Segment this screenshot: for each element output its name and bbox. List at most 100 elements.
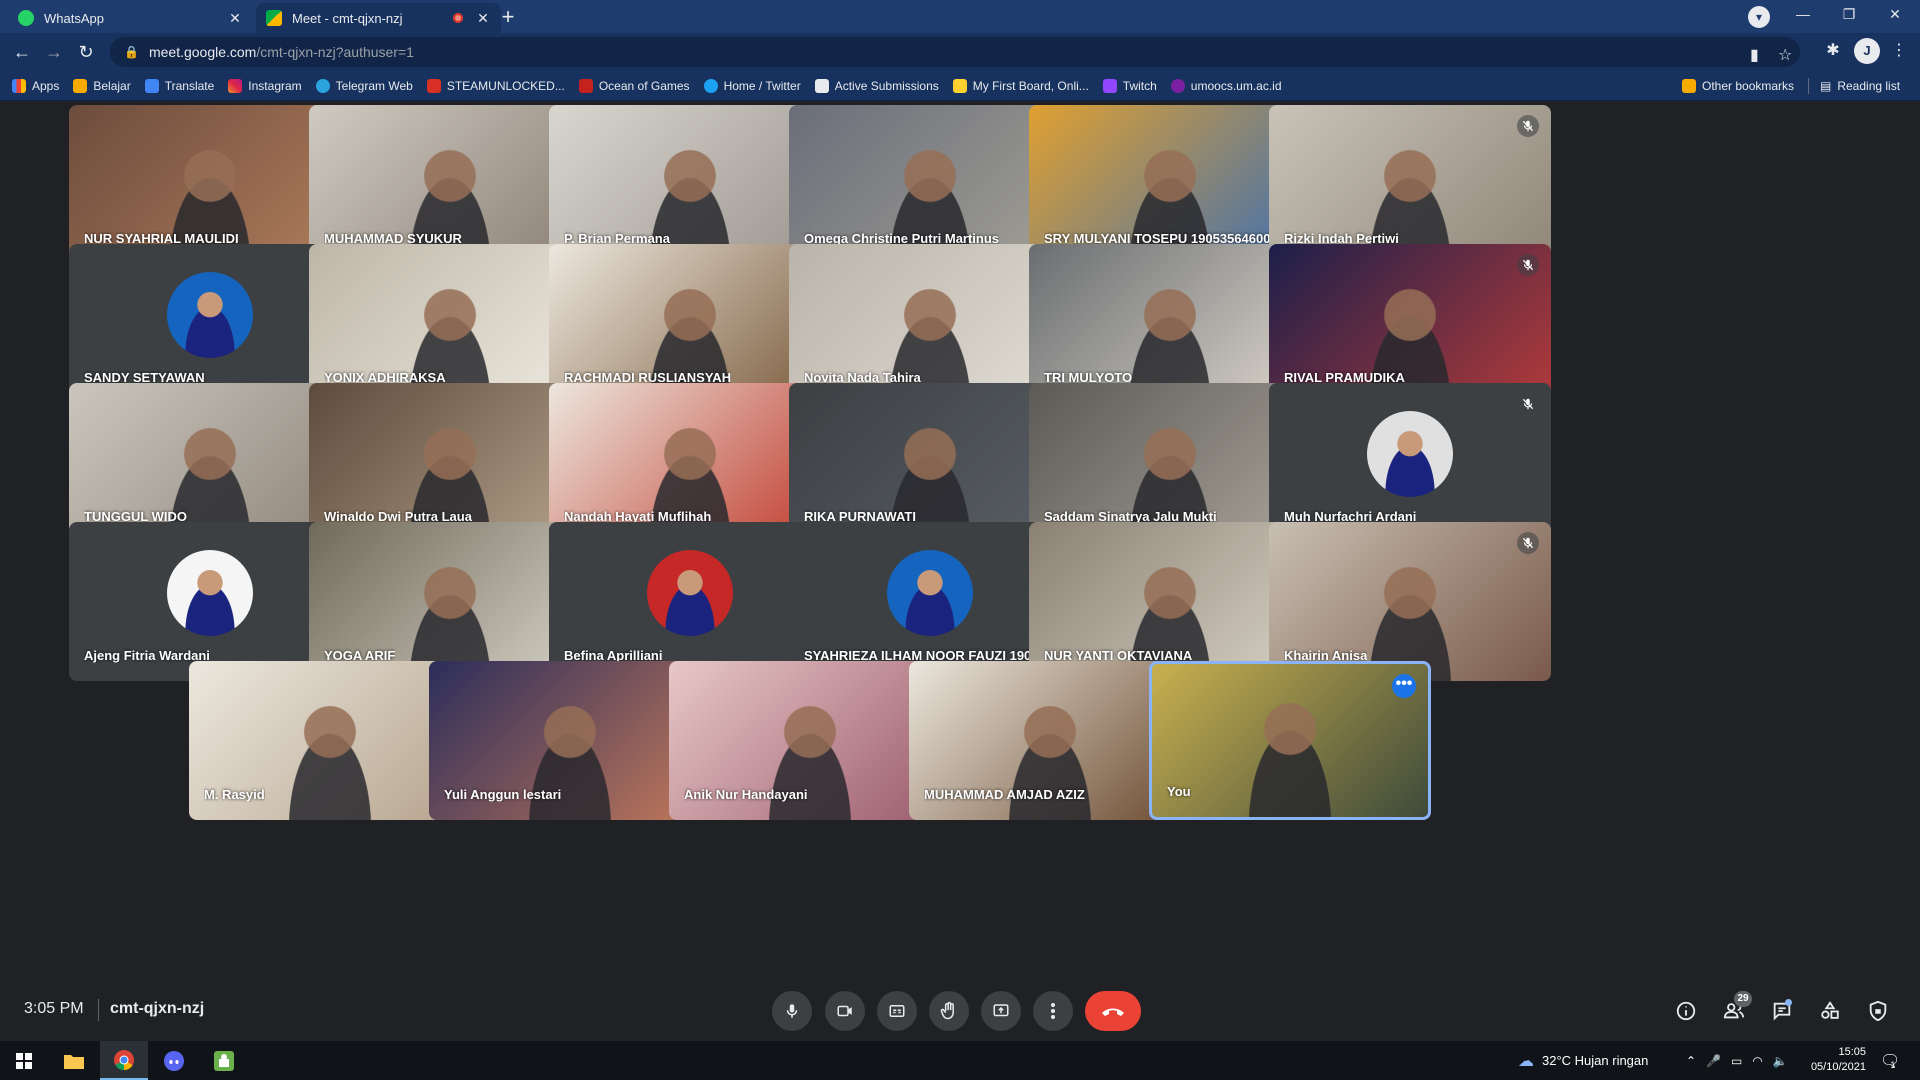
meeting-clock: 3:05 PM <box>24 1000 84 1017</box>
bookmark-my-first-board[interactable]: My First Board, Onli... <box>952 78 1089 93</box>
weather-text: 32°C Hujan ringan <box>1542 1053 1649 1068</box>
battery-icon[interactable]: ▭ <box>1731 1054 1742 1068</box>
chevron-up-icon[interactable]: ⌃ <box>1686 1054 1696 1068</box>
bookmark-umoocs[interactable]: umoocs.um.ac.id <box>1170 78 1282 93</box>
meeting-controls-bar: 3:05 PM cmt-qjxn-nzj 29 <box>0 981 1920 1041</box>
tab-whatsapp[interactable]: WhatsApp ✕ <box>8 3 253 33</box>
more-vert-icon <box>1051 1003 1055 1019</box>
bookmark-translate[interactable]: Translate <box>144 78 215 93</box>
activities-button[interactable] <box>1810 991 1850 1031</box>
chrome-taskbar-button[interactable] <box>100 1041 148 1080</box>
app-taskbar-button[interactable] <box>200 1041 248 1080</box>
captions-button[interactable] <box>877 991 917 1031</box>
minimize-icon[interactable]: — <box>1780 0 1826 30</box>
self-video-tile[interactable]: ••• You <box>1149 661 1431 820</box>
browser-toolbar: ← → ↻ 🔒 meet.google.com /cmt-qjxn-nzj?au… <box>0 33 1920 71</box>
bookmark-instagram[interactable]: Instagram <box>228 78 302 93</box>
discord-taskbar-button[interactable] <box>150 1041 198 1080</box>
close-icon[interactable]: ✕ <box>227 10 243 26</box>
bookmark-belajar[interactable]: Belajar <box>73 78 131 93</box>
meeting-details-button[interactable] <box>1666 991 1706 1031</box>
participant-tile[interactable]: Muh Nurfachri Ardani <box>1269 383 1551 542</box>
back-icon[interactable]: ← <box>8 38 36 66</box>
window-close-icon[interactable]: ✕ <box>1872 0 1918 30</box>
bookmark-telegram[interactable]: Telegram Web <box>315 78 413 93</box>
translate-icon <box>144 78 159 93</box>
microphone-icon <box>786 1004 798 1018</box>
address-bar[interactable]: 🔒 meet.google.com /cmt-qjxn-nzj?authuser… <box>110 37 1800 67</box>
raise-hand-button[interactable] <box>929 991 969 1031</box>
chat-button[interactable] <box>1762 991 1802 1031</box>
notification-center[interactable]: 🗨 1 <box>1880 1041 1900 1080</box>
avatar <box>1367 410 1453 497</box>
telegram-icon <box>315 78 330 93</box>
people-button[interactable]: 29 <box>1714 991 1754 1031</box>
participant-name: Anik Nur Handayani <box>684 787 808 802</box>
bookmark-twitch[interactable]: Twitch <box>1102 78 1157 93</box>
star-icon[interactable]: ☆ <box>1778 45 1792 65</box>
bookmark-label: Home / Twitter <box>723 78 801 93</box>
bookmark-label: My First Board, Onli... <box>972 78 1089 93</box>
tab-title: Meet - cmt-qjxn-nzj <box>292 10 403 26</box>
start-button[interactable] <box>0 1041 48 1080</box>
meeting-grid: NUR SYAHRIAL MAULIDI MUHAMMAD SYUKUR P. Br… <box>0 101 1920 981</box>
bookmark-label: Translate <box>164 78 215 93</box>
bookmark-active-submissions[interactable]: Active Submissions <box>814 78 939 93</box>
bookmark-twitter[interactable]: Home / Twitter <box>703 78 801 93</box>
camera-icon[interactable]: ▮ <box>1750 45 1759 65</box>
microphone-tray-icon[interactable]: 🎤 <box>1706 1054 1721 1068</box>
microphone-button[interactable] <box>772 991 812 1031</box>
tab-meet[interactable]: Meet - cmt-qjxn-nzj ✕ <box>256 3 501 33</box>
reload-icon[interactable]: ↻ <box>72 38 100 66</box>
extensions-icon[interactable]: ✱ <box>1820 38 1846 64</box>
leave-call-button[interactable] <box>1085 991 1141 1031</box>
camera-button[interactable] <box>825 991 865 1031</box>
close-icon[interactable]: ✕ <box>475 10 491 26</box>
folder-icon <box>64 1054 84 1069</box>
cloud-rain-icon: ☁ <box>1518 1052 1534 1070</box>
divider <box>98 999 99 1021</box>
other-bookmarks[interactable]: Other bookmarks <box>1682 71 1794 101</box>
volume-icon[interactable]: 🔈 <box>1773 1054 1788 1068</box>
more-options-icon[interactable]: ••• <box>1392 674 1416 698</box>
bookmark-ocean-of-games[interactable]: Ocean of Games <box>578 78 690 93</box>
lock-icon: 🔒 <box>124 45 139 59</box>
participant-tile[interactable]: RIVAL PRAMUDIKA <box>1269 244 1551 403</box>
forward-icon[interactable]: → <box>40 38 68 66</box>
participant-name: Ajeng Fitria Wardani <box>84 648 210 663</box>
profile-avatar[interactable]: J <box>1854 38 1880 64</box>
bookmark-label: Telegram Web <box>335 78 413 93</box>
host-controls-button[interactable] <box>1858 991 1898 1031</box>
meet-icon <box>266 10 282 26</box>
recording-icon <box>453 13 463 23</box>
unread-indicator <box>1785 999 1792 1006</box>
bookmark-label: Other bookmarks <box>1702 79 1795 93</box>
instagram-icon <box>228 78 243 93</box>
wifi-icon[interactable]: ◠ <box>1752 1054 1762 1068</box>
bookmark-label: Belajar <box>93 78 131 93</box>
bookmark-steamunlocked[interactable]: STEAMUNLOCKED... <box>426 78 565 93</box>
reading-list-icon: ▤ <box>1820 79 1832 93</box>
folder-icon <box>73 78 88 93</box>
taskbar-clock[interactable]: 15:05 05/10/2021 <box>1800 1045 1866 1075</box>
notification-count: 1 <box>1890 1059 1896 1070</box>
present-button[interactable] <box>981 991 1021 1031</box>
file-explorer-button[interactable] <box>50 1041 98 1080</box>
new-tab-button[interactable]: + <box>495 5 521 31</box>
folder-icon <box>1682 79 1696 93</box>
participant-tile[interactable]: Khairin Anisa <box>1269 522 1551 681</box>
reading-list[interactable]: ▤ Reading list <box>1820 71 1900 101</box>
bookmark-label: Ocean of Games <box>598 78 690 93</box>
more-options-button[interactable] <box>1033 991 1073 1031</box>
weather-widget[interactable]: ☁ 32°C Hujan ringan <box>1518 1041 1648 1080</box>
bookmark-apps[interactable]: Apps <box>12 78 60 93</box>
mic-off-icon <box>1517 254 1539 276</box>
bookmark-label: Apps <box>32 78 60 93</box>
restore-icon[interactable]: ❐ <box>1826 0 1872 30</box>
participant-tile[interactable]: Rizki Indah Pertiwi <box>1269 105 1551 264</box>
menu-icon[interactable]: ⋮ <box>1886 38 1912 64</box>
discord-icon <box>164 1050 184 1071</box>
tab-search-icon[interactable]: ▾ <box>1748 6 1770 28</box>
participant-name: You <box>1167 784 1191 799</box>
divider <box>1808 78 1809 94</box>
